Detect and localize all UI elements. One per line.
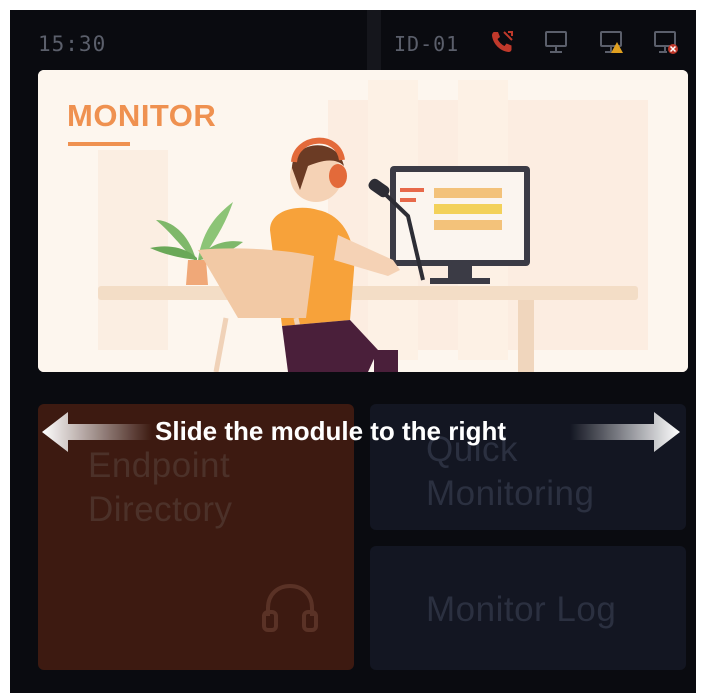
monitor-icon — [545, 31, 567, 53]
headphones-icon — [262, 583, 318, 632]
slide-hint-text: Slide the module to the right — [155, 416, 506, 446]
status-time: 15:30 — [38, 32, 107, 56]
status-divider — [367, 10, 381, 70]
endpoint-directory-label-line2: Directory — [88, 490, 233, 529]
monitor-log-card[interactable]: Monitor Log — [370, 546, 686, 670]
monitor-log-label: Monitor Log — [426, 590, 617, 629]
monitor-error-icon — [654, 31, 678, 54]
phone-missed-icon — [492, 31, 513, 52]
monitor-banner: MONITOR — [38, 70, 688, 372]
monitor-warning-icon — [600, 31, 623, 53]
arrow-left-icon — [42, 412, 152, 452]
arrow-right-icon — [570, 412, 680, 452]
slide-hint-overlay: Slide the module to the right — [0, 402, 706, 462]
status-bar: 15:30 ID-01 — [10, 10, 696, 70]
banner-title: MONITOR — [67, 98, 217, 133]
device-screen: 15:30 ID-01 MONITOR Endpoint Directory Q… — [10, 10, 696, 693]
banner-title-underline — [68, 142, 130, 146]
quick-monitoring-label-line2: Monitoring — [426, 474, 595, 513]
device-id: ID-01 — [394, 32, 460, 56]
